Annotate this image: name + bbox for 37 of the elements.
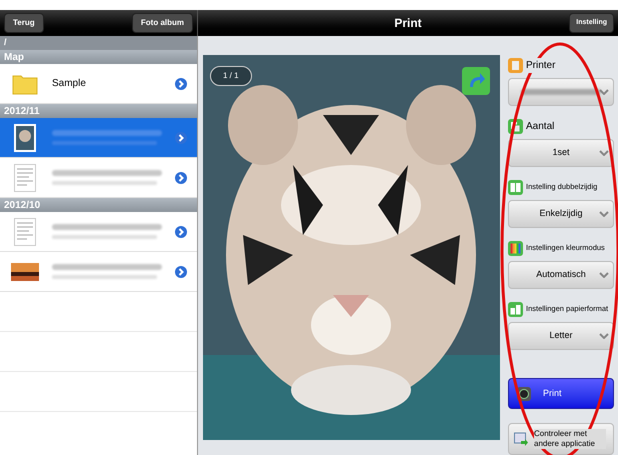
- section-header: Map: [0, 50, 197, 64]
- button-label: Controleer met andere applicatie: [534, 429, 606, 450]
- chevron-icon: [175, 172, 187, 184]
- photo-thumbnail: [14, 124, 36, 152]
- photo-album-button[interactable]: Foto album: [132, 13, 193, 33]
- caret-icon: [599, 272, 609, 278]
- document-thumbnail: [14, 218, 36, 246]
- chevron-icon: [175, 266, 187, 278]
- dropdown[interactable]: Enkelzijdig: [508, 200, 614, 228]
- caret-icon: [599, 150, 609, 156]
- setting-label: Printer: [526, 58, 556, 72]
- open-in-app-button[interactable]: Controleer met andere applicatie: [508, 423, 614, 455]
- caret-icon: [599, 89, 609, 95]
- paper-size-icon: [508, 302, 523, 316]
- caret-icon: [599, 211, 609, 217]
- page-counter: 1 / 1: [210, 66, 252, 86]
- open-book-icon: [508, 180, 523, 194]
- chevron-icon: [175, 226, 187, 238]
- section-header: 2012/10: [0, 198, 197, 212]
- document-thumbnail: [14, 164, 36, 192]
- file-row[interactable]: [0, 118, 197, 158]
- dropdown[interactable]: Automatisch: [508, 261, 614, 289]
- caret-icon: [599, 333, 609, 339]
- back-button[interactable]: Terug: [4, 13, 44, 33]
- dropdown[interactable]: 1set: [508, 139, 614, 167]
- folder-icon: [12, 72, 38, 94]
- path-text: /: [4, 36, 7, 50]
- print-button[interactable]: Print: [508, 378, 614, 410]
- landscape-thumbnail: [11, 262, 39, 280]
- chevron-icon: [175, 132, 187, 144]
- page-title: Print: [394, 15, 422, 32]
- dropdown[interactable]: [508, 78, 614, 106]
- dropdown[interactable]: Letter: [508, 322, 614, 350]
- section-header: 2012/11: [0, 104, 197, 118]
- chevron-icon: [175, 78, 187, 90]
- file-name: Sample: [52, 77, 87, 91]
- color-palette-icon: [508, 240, 523, 256]
